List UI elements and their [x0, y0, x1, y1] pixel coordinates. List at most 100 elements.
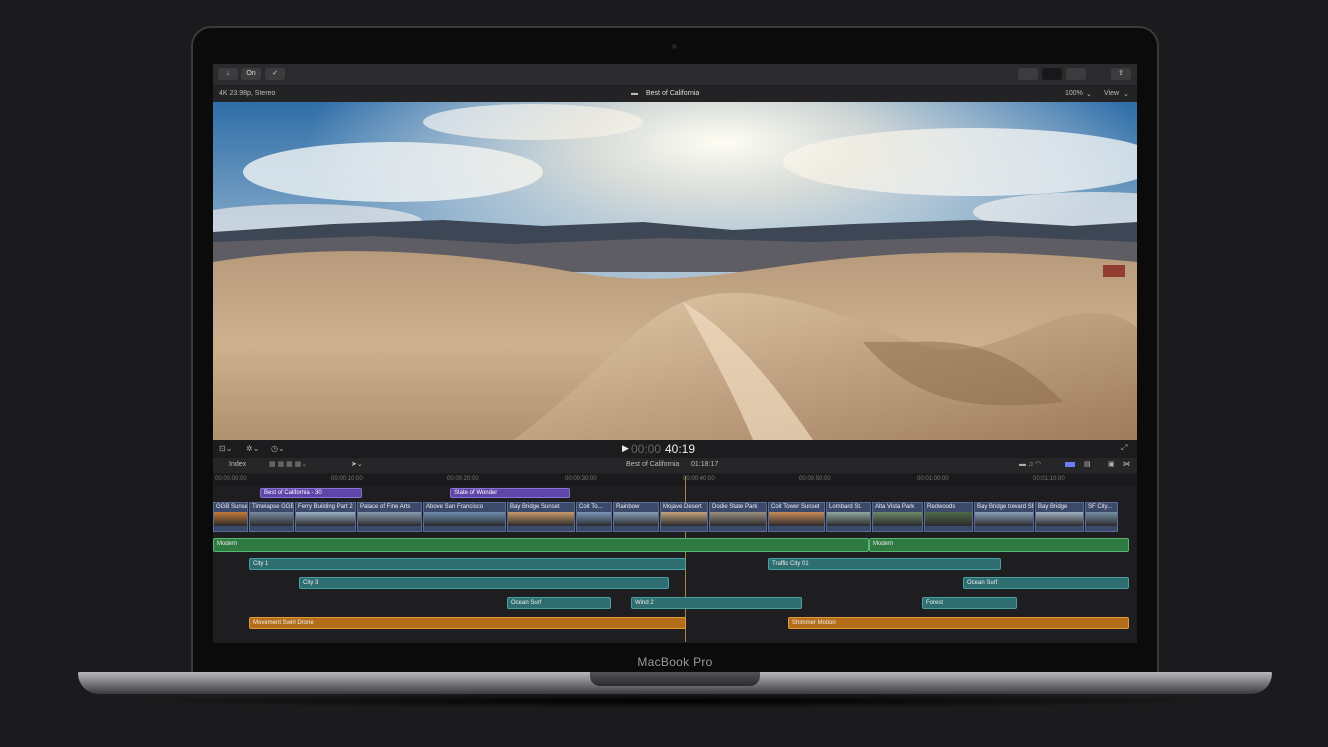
video-clip[interactable]: Lombard St.	[826, 502, 871, 532]
clip-label: Coit To...	[579, 504, 603, 510]
crop-icon[interactable]: ⊡⌄	[219, 444, 232, 453]
clip-label: Coit Tower Sunset	[771, 504, 820, 510]
ruler-tick: 00:00:40:00	[683, 476, 715, 482]
clip-thumbnail	[214, 512, 247, 526]
music-clip[interactable]: Modern	[869, 538, 1129, 552]
music-clip[interactable]: Modern	[213, 538, 869, 552]
project-name: Best of California	[626, 461, 680, 468]
clip-label: GGB Sunset	[216, 504, 247, 510]
video-clip[interactable]: Coit Tower Sunset	[768, 502, 825, 532]
title-clip[interactable]: Best of California - 30	[260, 488, 362, 498]
index-button[interactable]: Index	[229, 461, 246, 468]
desert-dunes-frame	[213, 102, 1137, 440]
ruler-tick: 00:01:10:00	[1033, 476, 1065, 482]
clip-thumbnail	[975, 512, 1033, 526]
clip-thumbnail	[508, 512, 574, 526]
ruler-tick: 00:01:00:00	[917, 476, 949, 482]
ruler-tick: 00:00:10:00	[331, 476, 363, 482]
enhance-icon[interactable]: ✲⌄	[246, 444, 259, 453]
video-clip[interactable]: Redwoods	[924, 502, 973, 532]
fullscreen-icon[interactable]: ⤢	[1121, 443, 1127, 453]
play-icon[interactable]: ▶	[622, 443, 629, 454]
ruler-tick: 00:00:30:00	[565, 476, 597, 482]
edit-tools-icon[interactable]: ▦ ▦ ▦ ▦⌄	[269, 460, 307, 468]
clip-label: Alta Vista Park	[875, 504, 915, 510]
select-tool-icon[interactable]: ➤⌄	[351, 460, 363, 468]
clip-label: Palace of Fine Arts	[360, 504, 411, 510]
speed-icon[interactable]: ◷⌄	[271, 444, 285, 453]
viewer-title: Best of California	[646, 90, 700, 97]
video-clip[interactable]: Palace of Fine Arts	[357, 502, 422, 532]
video-clip[interactable]: GGB Sunset	[213, 502, 248, 532]
clip-thumbnail	[925, 512, 972, 526]
audio-clip[interactable]: Ocean Surf	[963, 577, 1129, 589]
video-clip[interactable]: Bay Bridge toward SF	[974, 502, 1034, 532]
clip-thumbnail	[873, 512, 922, 526]
audio-clip[interactable]: Forest	[922, 597, 1017, 609]
background-tasks-button[interactable]: ✓	[265, 68, 285, 80]
timecode-dim: 00:00	[631, 442, 662, 456]
video-clip[interactable]: Bay Bridge	[1035, 502, 1084, 532]
audio-clip[interactable]: Ocean Surf	[507, 597, 611, 609]
timeline-toggle-button[interactable]	[1042, 68, 1062, 80]
video-viewer[interactable]	[213, 102, 1137, 440]
clip-appearance-icon[interactable]: ▤	[1084, 460, 1091, 468]
clip-thumbnail	[1036, 512, 1083, 526]
clip-thumbnail	[424, 512, 505, 526]
video-clip[interactable]: SF City...	[1085, 502, 1118, 532]
timeline-header: Index ▦ ▦ ▦ ▦⌄ ➤⌄ Best of California 01:…	[213, 458, 1137, 473]
share-icon[interactable]: ⇪	[1111, 68, 1131, 80]
audio-clip[interactable]: Shimmer Motion	[788, 617, 1129, 629]
clip-thumbnail	[614, 512, 658, 526]
audio-clip[interactable]: Traffic City 01	[768, 558, 1001, 570]
ruler-tick: 00:00:00:00	[215, 476, 247, 482]
clip-thumbnail	[296, 512, 355, 526]
video-clip[interactable]: Mojave Desert	[660, 502, 708, 532]
video-clip[interactable]: Alta Vista Park	[872, 502, 923, 532]
video-clip[interactable]: Coit To...	[576, 502, 612, 532]
audio-clip[interactable]: City 1	[249, 558, 686, 570]
transitions-icon[interactable]: ⋈	[1123, 460, 1130, 468]
camera	[672, 44, 677, 49]
app-window: ↓ On ✓ ⇪ 4K 23.98p, Stereo ▬ Best of Cal…	[213, 64, 1137, 643]
video-clip[interactable]: Timelapse GGB	[249, 502, 294, 532]
format-label: 4K 23.98p, Stereo	[219, 90, 276, 97]
clip-label: SF City...	[1088, 504, 1113, 510]
laptop-notch	[590, 672, 760, 686]
clip-label: Bay Bridge	[1038, 504, 1068, 510]
clip-label: Bay Bridge Sunset	[510, 504, 560, 510]
audio-controls-icon[interactable]: ▬ ♫ ◠	[1019, 460, 1041, 468]
clip-label: Dodie State Park	[712, 504, 758, 510]
toolbar: ↓ On ✓ ⇪	[213, 64, 1137, 85]
chevron-down-icon: ⌄	[1086, 91, 1092, 98]
clip-label: Lombard St.	[829, 504, 862, 510]
inspector-toggle-button[interactable]	[1066, 68, 1086, 80]
clip-thumbnail	[769, 512, 824, 526]
skimming-toggle[interactable]	[1065, 462, 1075, 467]
keyword-button[interactable]: On	[241, 68, 261, 80]
clip-thumbnail	[710, 512, 766, 526]
viewer-controls: ⊡⌄ ✲⌄ ◷⌄ ▶ 00:00 40:19 ⤢	[213, 440, 1137, 458]
clip-label: Timelapse GGB	[252, 504, 293, 510]
audio-clip[interactable]: City 3	[299, 577, 669, 589]
view-menu[interactable]: View	[1104, 90, 1119, 97]
video-clip[interactable]: Ferry Building Part 2	[295, 502, 356, 532]
video-clip[interactable]: Dodie State Park	[709, 502, 767, 532]
zoom-menu[interactable]: 100%	[1065, 90, 1083, 97]
video-clip[interactable]: Bay Bridge Sunset	[507, 502, 575, 532]
video-clip[interactable]: Rainbow	[613, 502, 659, 532]
clip-label: Ferry Building Part 2	[298, 504, 353, 510]
audio-clip[interactable]: Movement Swirl Drone	[249, 617, 686, 629]
browser-toggle-button[interactable]	[1018, 68, 1038, 80]
viewer-info-bar: 4K 23.98p, Stereo ▬ Best of California 1…	[213, 86, 1137, 102]
import-button[interactable]: ↓	[218, 68, 238, 80]
audio-clip[interactable]: Wind 2	[631, 597, 802, 609]
timecode: 40:19	[665, 442, 696, 456]
clip-thumbnail	[661, 512, 707, 526]
clip-thumbnail	[577, 512, 611, 526]
title-clip[interactable]: State of Wonder	[450, 488, 570, 498]
clip-label: Above San Francisco	[426, 504, 484, 510]
clip-thumbnail	[1086, 512, 1117, 526]
video-clip[interactable]: Above San Francisco	[423, 502, 506, 532]
effects-browser-icon[interactable]: ▣	[1108, 460, 1115, 468]
